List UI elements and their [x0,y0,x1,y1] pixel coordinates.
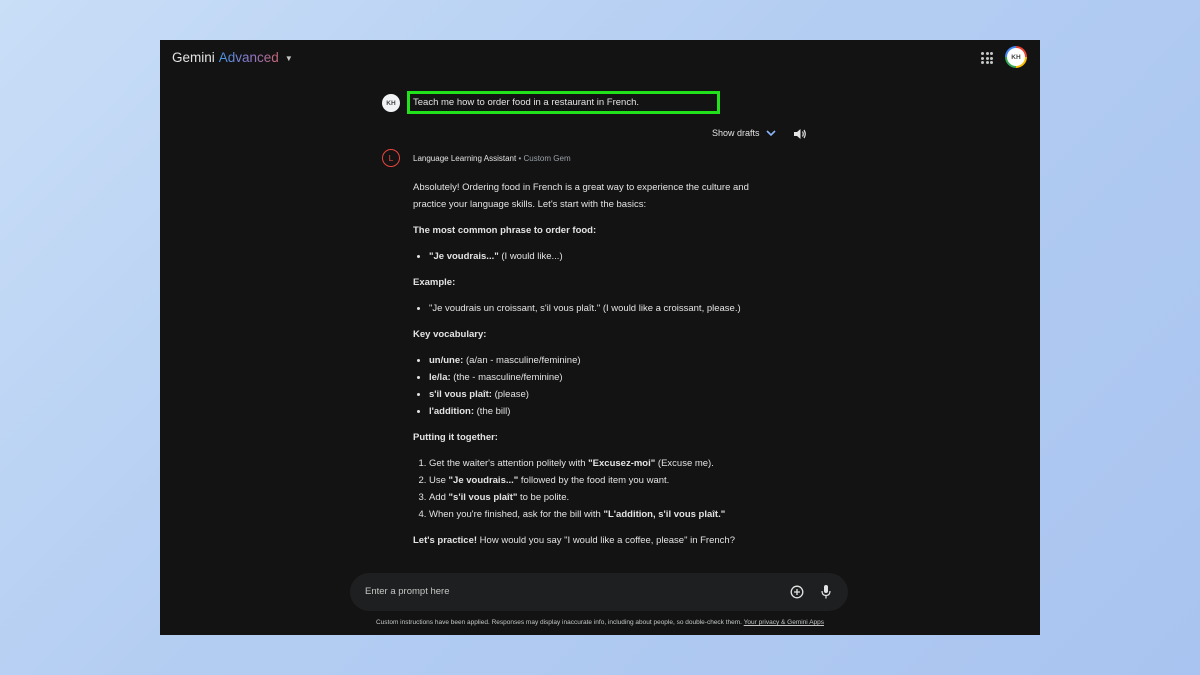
example-heading: Example: [413,277,456,288]
steps-list: Get the waiter's attention politely with… [413,455,773,523]
footer-disclaimer: Custom instructions have been applied. R… [160,619,1040,626]
list-item: l'addition: (the bill) [429,403,773,420]
gem-separator: • [518,154,522,163]
disclaimer-text: Custom instructions have been applied. R… [375,619,744,626]
gem-type: Custom Gem [523,154,571,163]
example-list: "Je voudrais un croissant, s'il vous pla… [413,300,773,317]
list-item: "Je voudrais un croissant, s'il vous pla… [429,300,773,317]
response-intro: Absolutely! Ordering food in French is a… [413,182,749,210]
assistant-response: Absolutely! Ordering food in French is a… [413,179,773,549]
apps-grid-icon[interactable] [981,52,993,64]
list-item: When you're finished, ask for the bill w… [429,506,773,523]
phrase-list: "Je voudrais..." (I would like...) [413,248,773,265]
vocab-heading: Key vocabulary: [413,329,487,340]
list-item: Get the waiter's attention politely with… [429,455,773,472]
phrase-heading: The most common phrase to order food: [413,225,597,236]
prompt-input[interactable]: Enter a prompt here [365,586,450,597]
show-drafts-label: Show drafts [712,128,760,138]
together-heading: Putting it together: [413,432,498,443]
prompt-input-bar[interactable]: Enter a prompt here [350,573,848,611]
user-avatar: KH [382,94,400,112]
account-avatar[interactable]: KH [1005,46,1027,68]
speaker-icon[interactable] [793,127,807,141]
gem-name: Language Learning Assistant [413,154,517,163]
chevron-down-icon [765,129,776,136]
list-item: le/la: (the - masculine/feminine) [429,369,773,386]
list-item: Use "Je voudrais..." followed by the foo… [429,472,773,489]
list-item: un/une: (a/an - masculine/feminine) [429,352,773,369]
caret-down-icon: ▼ [284,53,293,63]
vocab-list: un/une: (a/an - masculine/feminine) le/l… [413,352,773,420]
gemini-app-window: Gemini Advanced ▼ KH KH Teach me how to … [160,40,1040,635]
practice-line: Let's practice! How would you say "I wou… [413,535,735,546]
microphone-icon[interactable] [820,584,832,600]
brand-tier: Advanced [218,50,279,65]
list-item: s'il vous plaît: (please) [429,386,773,403]
brand-menu[interactable]: Gemini Advanced ▼ [172,50,293,65]
user-prompt-text[interactable]: Teach me how to order food in a restaura… [413,97,639,108]
add-media-icon[interactable] [790,585,804,599]
privacy-link[interactable]: Your privacy & Gemini Apps [744,619,824,626]
show-drafts-button[interactable]: Show drafts [712,128,776,138]
list-item: Add "s'il vous plaît" to be polite. [429,489,773,506]
gem-header: Language Learning Assistant • Custom Gem [413,154,571,163]
list-item: "Je voudrais..." (I would like...) [429,248,773,265]
brand-name: Gemini [172,50,215,65]
gem-avatar: L [382,149,400,167]
account-initials: KH [1007,48,1025,66]
